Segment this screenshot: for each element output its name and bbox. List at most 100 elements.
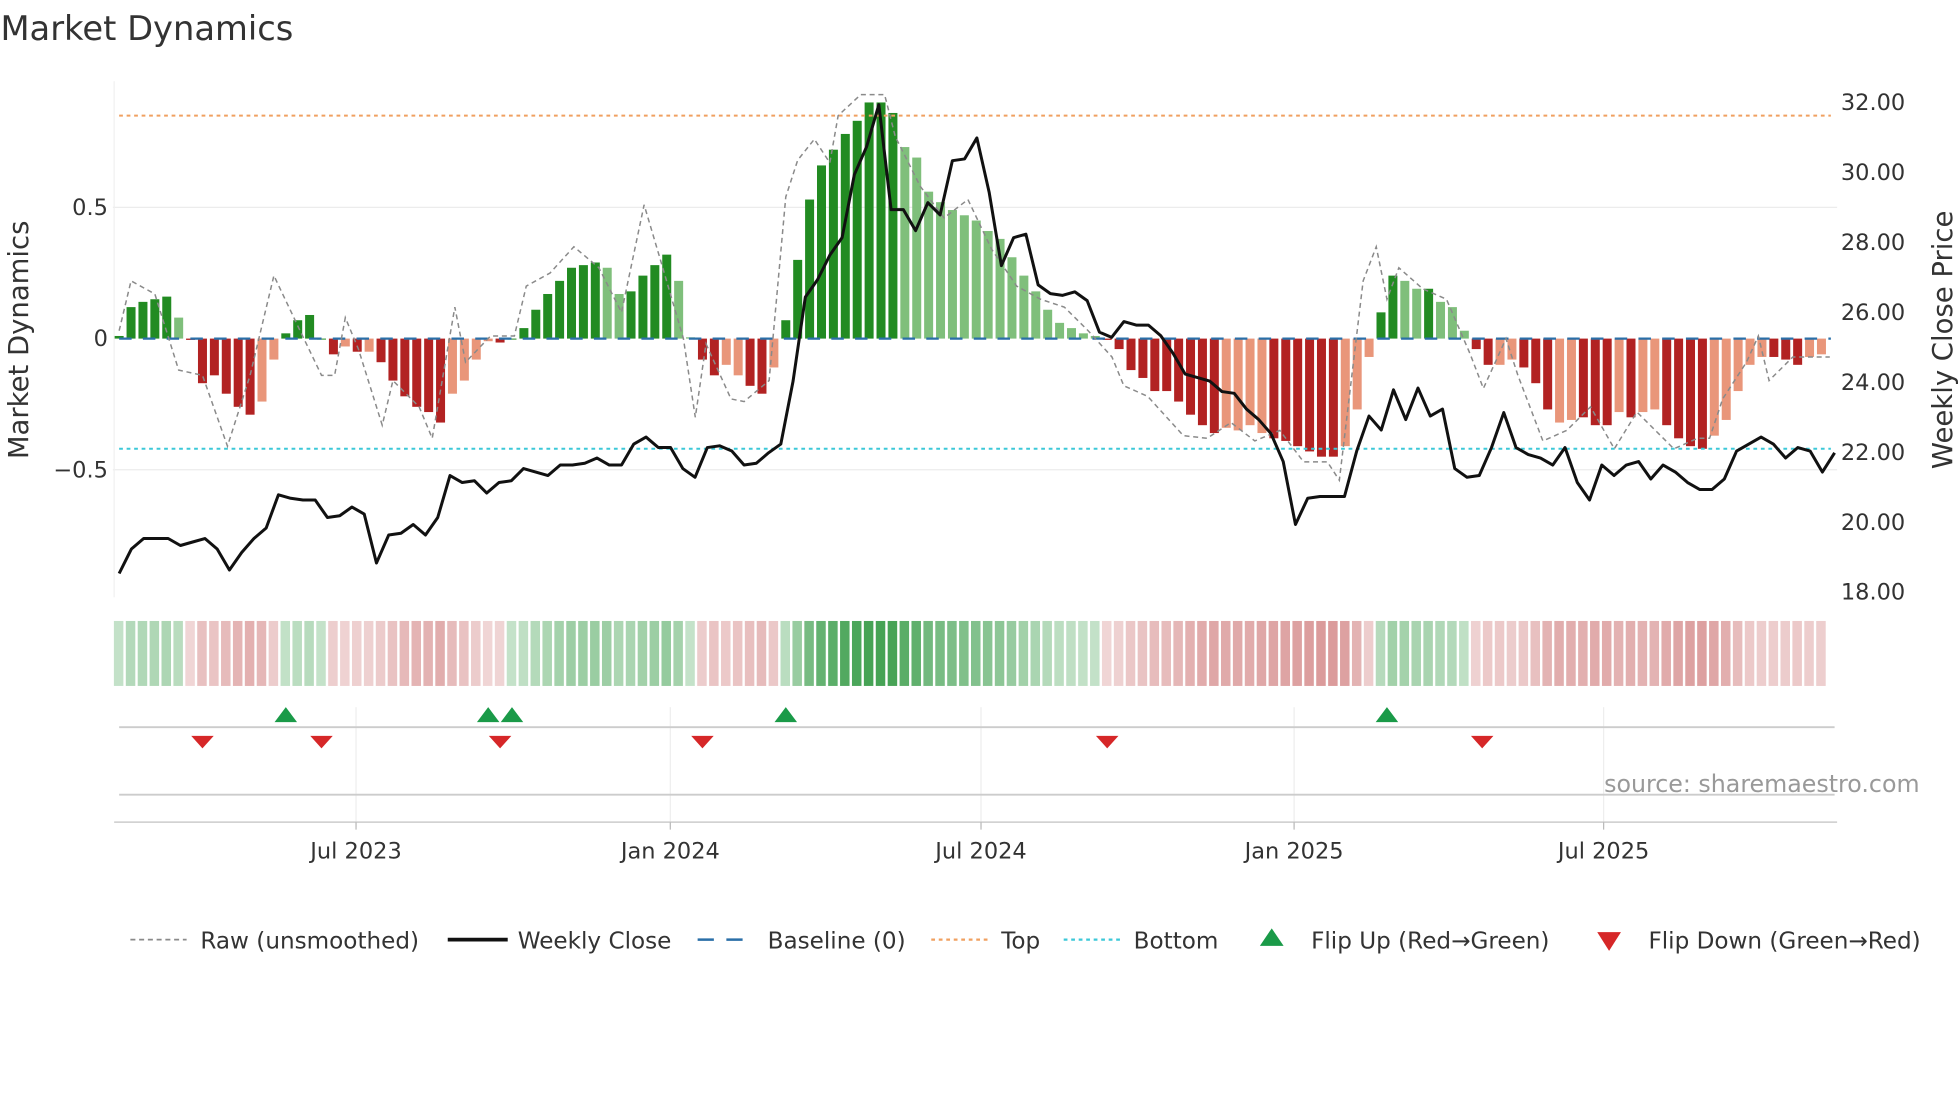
momentum-bar — [638, 275, 648, 339]
legend-item-up: Flip Up (Red→Green) — [1259, 928, 1549, 954]
chart-title: Market Dynamics — [0, 9, 293, 48]
momentum-bar — [1316, 338, 1326, 457]
heat-strip-cell — [768, 620, 779, 686]
momentum-bar — [1519, 338, 1529, 368]
heat-strip-cell — [542, 620, 552, 686]
heat-strip-cell — [1328, 620, 1338, 686]
flip-down-marker — [191, 735, 214, 749]
heat-strip-cell — [197, 620, 207, 686]
heat-strip-cell — [1375, 620, 1386, 686]
right-tick-label: 24.00 — [1841, 370, 1905, 396]
flip-up-marker — [274, 707, 298, 723]
heat-strip-cell — [1173, 620, 1183, 686]
momentum-bar — [209, 338, 219, 376]
momentum-bar — [1638, 338, 1648, 413]
right-tick-label: 26.00 — [1841, 300, 1905, 326]
heat-strip-cell — [351, 620, 362, 686]
x-tick-label: Jul 2025 — [1556, 838, 1649, 864]
heat-strip-cell — [554, 620, 564, 686]
left-tick-label: 0 — [94, 326, 108, 352]
legend-label: Weekly Close — [518, 928, 672, 954]
heat-strip-cell — [887, 620, 898, 686]
right-tick-label: 22.00 — [1841, 440, 1905, 466]
momentum-bar — [1019, 275, 1029, 339]
heat-strip-cell — [1280, 620, 1291, 686]
momentum-bar — [900, 147, 910, 339]
heat-strip-cell — [911, 620, 921, 686]
momentum-bar — [364, 338, 374, 352]
legend-label: Bottom — [1134, 928, 1219, 954]
momentum-bar — [1055, 322, 1065, 339]
momentum-bar — [1757, 338, 1767, 357]
triangle-up-icon — [1259, 928, 1284, 946]
heat-strip-cell — [173, 620, 183, 686]
heat-strip-cell — [435, 620, 445, 686]
legend-item-baseline: Baseline (0) — [697, 928, 906, 954]
momentum-bar — [959, 215, 969, 339]
heat-strip-cell — [1316, 620, 1326, 686]
heat-strip-cell — [1720, 620, 1731, 686]
momentum-bar — [626, 291, 636, 339]
momentum-bar — [1578, 338, 1588, 418]
momentum-bar — [1424, 288, 1434, 339]
momentum-bar — [519, 328, 529, 339]
heat-strip-cell — [1506, 620, 1517, 686]
heat-strip-cell — [1220, 620, 1231, 686]
momentum-bar — [1233, 338, 1243, 431]
momentum-bar — [126, 307, 136, 339]
heat-strip-cell — [411, 620, 421, 686]
heat-strip-cell — [1340, 620, 1350, 686]
momentum-bar — [555, 280, 565, 339]
heat-strip-cell — [649, 620, 660, 686]
heat-strip-cell — [1209, 620, 1219, 686]
momentum-bar — [1138, 338, 1148, 378]
momentum-bar — [1816, 338, 1826, 355]
heat-strip-cell — [1149, 620, 1160, 686]
heat-strip-cell — [1804, 620, 1814, 686]
momentum-bar — [852, 120, 862, 339]
momentum-bar — [1805, 338, 1815, 357]
gridlines — [112, 81, 1838, 828]
momentum-bar — [269, 338, 279, 360]
heat-strip-cell — [566, 620, 576, 686]
legend-label: Raw (unsmoothed) — [200, 928, 419, 954]
heat-strip-cell — [1613, 620, 1624, 686]
heat-strip-cell — [1090, 620, 1100, 686]
heat-strip-cell — [137, 620, 148, 686]
heat-strip-cell — [1411, 620, 1421, 686]
heat-strip-cell — [1470, 620, 1481, 686]
heat-strip-cell — [709, 620, 719, 686]
momentum-bar — [447, 338, 457, 394]
heat-strip-cell — [1685, 620, 1695, 686]
heat-strip-cell — [1006, 620, 1017, 686]
x-tick-label: Jul 2024 — [933, 838, 1026, 864]
heat-strip-cell — [637, 620, 648, 686]
heat-strip-cell — [113, 620, 124, 686]
heat-strip-cell — [292, 620, 302, 686]
heat-strip-cell — [1363, 620, 1374, 686]
momentum-bar — [567, 267, 577, 339]
flip-down-marker — [691, 735, 714, 749]
heat-strip-cell — [1625, 620, 1636, 686]
momentum-bar — [1412, 288, 1422, 339]
momentum-bar — [1590, 338, 1600, 426]
momentum-bar — [1602, 338, 1612, 426]
heat-strip-cell — [149, 620, 160, 686]
momentum-bar — [733, 338, 743, 376]
momentum-bar — [590, 262, 600, 339]
heat-strip-cell — [1304, 620, 1314, 686]
heat-strip-cell — [1697, 620, 1707, 686]
momentum-bar — [745, 338, 755, 386]
heat-strip-cell — [851, 620, 862, 686]
right-axis-label: Weekly Close Price — [1927, 211, 1959, 469]
right-tick-label: 32.00 — [1841, 90, 1905, 116]
legend-label: Flip Up (Red→Green) — [1311, 928, 1549, 954]
momentum-bar — [412, 338, 422, 407]
momentum-bar — [816, 165, 826, 339]
heat-strip-cell — [1578, 620, 1588, 686]
heat-strip-cell — [1078, 620, 1088, 686]
heat-strip-cell — [209, 620, 219, 686]
heat-strip-cell — [459, 620, 469, 686]
heat-strip-cell — [1387, 620, 1398, 686]
heat-strip-cell — [1399, 620, 1410, 686]
